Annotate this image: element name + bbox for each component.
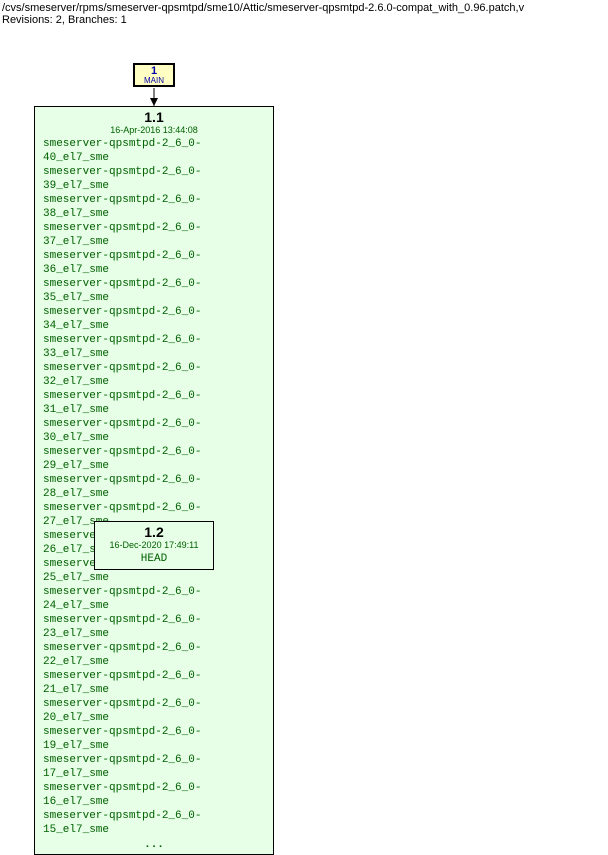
tag-item: smeserver-qpsmtpd-2_6_0-19_el7_sme [43,725,265,753]
tag-item: smeserver-qpsmtpd-2_6_0-38_el7_sme [43,193,265,221]
revision-version: 1.1 [39,109,269,125]
revisions-summary: Revisions: 2, Branches: 1 [0,14,608,28]
tag-item: smeserver-qpsmtpd-2_6_0-20_el7_sme [43,697,265,725]
tag-item: smeserver-qpsmtpd-2_6_0-31_el7_sme [43,389,265,417]
tag-item: smeserver-qpsmtpd-2_6_0-21_el7_sme [43,669,265,697]
tag-item: smeserver-qpsmtpd-2_6_0-24_el7_sme [43,585,265,613]
revision-date: 16-Dec-2020 17:49:11 [99,540,209,551]
tag-item: smeserver-qpsmtpd-2_6_0-40_el7_sme [43,137,265,165]
tag-ellipsis: ... [39,838,269,852]
tag-item: smeserver-qpsmtpd-2_6_0-29_el7_sme [43,445,265,473]
tag-item: smeserver-qpsmtpd-2_6_0-37_el7_sme [43,221,265,249]
revision-date: 16-Apr-2016 13:44:08 [39,125,269,136]
revision-node-1-1[interactable]: 1.1 16-Apr-2016 13:44:08 smeserver-qpsmt… [34,106,274,855]
tag-item: smeserver-qpsmtpd-2_6_0-22_el7_sme [43,641,265,669]
tag-item: smeserver-qpsmtpd-2_6_0-34_el7_sme [43,305,265,333]
tag-item: smeserver-qpsmtpd-2_6_0-39_el7_sme [43,165,265,193]
tag-item: smeserver-qpsmtpd-2_6_0-36_el7_sme [43,249,265,277]
file-path: /cvs/smeserver/rpms/smeserver-qpsmtpd/sm… [0,0,608,14]
tag-item: smeserver-qpsmtpd-2_6_0-23_el7_sme [43,613,265,641]
tag-item: smeserver-qpsmtpd-2_6_0-15_el7_sme [43,809,265,837]
branch-name: MAIN [135,76,173,85]
tag-item: smeserver-qpsmtpd-2_6_0-33_el7_sme [43,333,265,361]
tag-item: smeserver-qpsmtpd-2_6_0-35_el7_sme [43,277,265,305]
tag-item: smeserver-qpsmtpd-2_6_0-32_el7_sme [43,361,265,389]
tag-item: smeserver-qpsmtpd-2_6_0-30_el7_sme [43,417,265,445]
revision-node-1-2[interactable]: 1.2 16-Dec-2020 17:49:11 HEAD [94,521,214,570]
tag-item: smeserver-qpsmtpd-2_6_0-17_el7_sme [43,753,265,781]
tag-item: smeserver-qpsmtpd-2_6_0-16_el7_sme [43,781,265,809]
branch-node-main[interactable]: 1 MAIN [133,63,175,87]
tag-list: smeserver-qpsmtpd-2_6_0-40_el7_smesmeser… [39,136,269,838]
tag-item: smeserver-qpsmtpd-2_6_0-28_el7_sme [43,473,265,501]
revision-version: 1.2 [99,524,209,540]
branch-number: 1 [135,65,173,76]
tag-head: HEAD [99,551,209,567]
